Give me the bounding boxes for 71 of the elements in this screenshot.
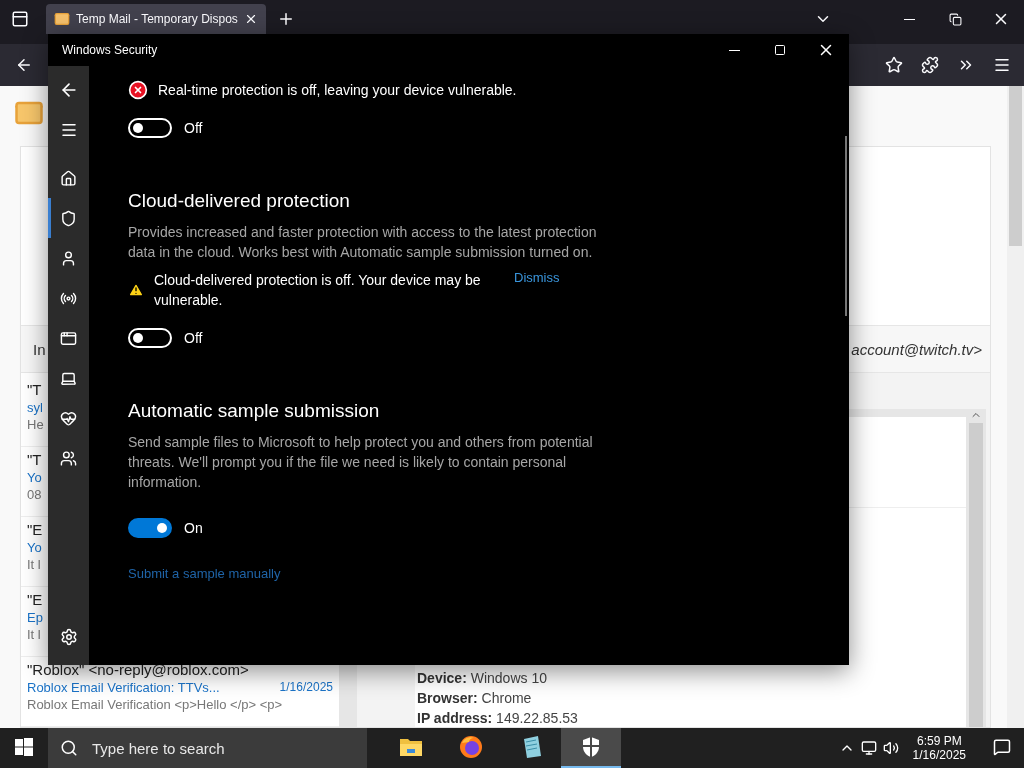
email-preview: Roblox Email Verification <p>Hello </p> <p> [27, 697, 283, 712]
settings-icon [59, 628, 78, 646]
warning-icon [128, 282, 144, 298]
section-heading: Cloud-delivered protection [128, 190, 350, 212]
submit-sample-link[interactable]: Submit a sample manually [128, 566, 281, 581]
speech-bubble-icon [993, 738, 1011, 756]
shield-icon [581, 736, 601, 758]
detail-line: Device: Windows 10 [417, 670, 547, 686]
restore-icon [948, 12, 962, 26]
email-sender: "E [27, 591, 43, 608]
volume-icon[interactable] [882, 740, 899, 756]
tabs-icon [11, 10, 29, 28]
email-preview: It l [27, 557, 41, 572]
toggle-label: Off [184, 330, 203, 346]
email-preview: It l [27, 627, 41, 642]
alert-message: Real-time protection is off, leaving your device vulnerable. [158, 81, 517, 100]
scroll-thumb[interactable] [969, 423, 983, 727]
email-preview: 08 [27, 487, 42, 502]
folder-icon [399, 737, 423, 757]
puzzle-icon [921, 56, 939, 74]
email-subject: syl [27, 400, 43, 415]
browser-tab[interactable]: Temp Mail - Temporary Dispos [46, 4, 266, 34]
email-date: 1/16/2025 [279, 680, 333, 695]
detail-line: IP address: 149.22.85.53 [417, 710, 578, 726]
taskbar-app[interactable] [561, 728, 621, 768]
clock[interactable]: 6:59 PM 1/16/2025 [904, 734, 974, 762]
window-title: Windows Security [62, 43, 159, 57]
toggle-switch[interactable] [128, 518, 172, 538]
section-heading: Automatic sample submission [128, 400, 380, 422]
window-icon [60, 329, 77, 347]
toggle-label: On [184, 520, 203, 536]
star-icon [885, 56, 903, 74]
tab-title: Temp Mail - Temporary Dispos [76, 12, 238, 26]
sender-address: account@twitch.tv> [851, 340, 982, 358]
search-bar[interactable]: Type here to search [48, 728, 367, 768]
alert-message: Cloud-delivered protection is off. Your device may be vulnerable. [154, 271, 482, 310]
scrollbar[interactable] [845, 136, 847, 316]
firefox-icon [459, 735, 483, 759]
windows-logo-icon [15, 738, 33, 756]
people-icon [60, 449, 77, 467]
email-preview: He [27, 417, 44, 432]
menu-icon [59, 121, 78, 139]
email-sender: "Roblox" <no-reply@roblox.com> [27, 661, 249, 678]
email-subject: Roblox Email Verification: TTVs... [27, 680, 220, 695]
page-scrollbar[interactable] [1007, 86, 1024, 728]
search-field[interactable]: Type here to search [90, 738, 354, 758]
minimize-icon [903, 18, 915, 20]
section-description: Provides increased and faster protection with access to the latest protection data in the cloud. Works best with Automatic sample submission turned on. [128, 223, 598, 262]
scroll-thumb[interactable] [1009, 86, 1022, 246]
email-sender: "T [27, 381, 42, 398]
search-icon [60, 739, 78, 757]
email-subject: Ep [27, 610, 43, 625]
error-icon [128, 80, 148, 100]
email-subject: Yo [27, 470, 42, 485]
detail-line: Browser: Chrome [417, 690, 532, 706]
email-sender: "T [27, 451, 42, 468]
email-sender: "E [27, 521, 43, 538]
shield-icon [60, 209, 77, 227]
home-icon [60, 169, 77, 187]
minimize-icon [728, 49, 740, 51]
toggle-label: Off [184, 120, 203, 136]
section-description: Send sample files to Microsoft to help protect you and others from potential threats. We'll prompt you if the file we need is likely to contain personal information. [128, 433, 594, 492]
person-icon [60, 249, 77, 267]
email-subject: Yo [27, 540, 42, 555]
inbox-tab[interactable]: In [33, 340, 46, 358]
dismiss-link[interactable]: Dismiss [514, 270, 560, 285]
heart-pulse-icon [60, 409, 77, 427]
menu-icon [993, 56, 1011, 74]
scrollbar[interactable] [966, 409, 986, 727]
maximize-icon [774, 44, 786, 56]
network-icon[interactable] [860, 740, 877, 756]
